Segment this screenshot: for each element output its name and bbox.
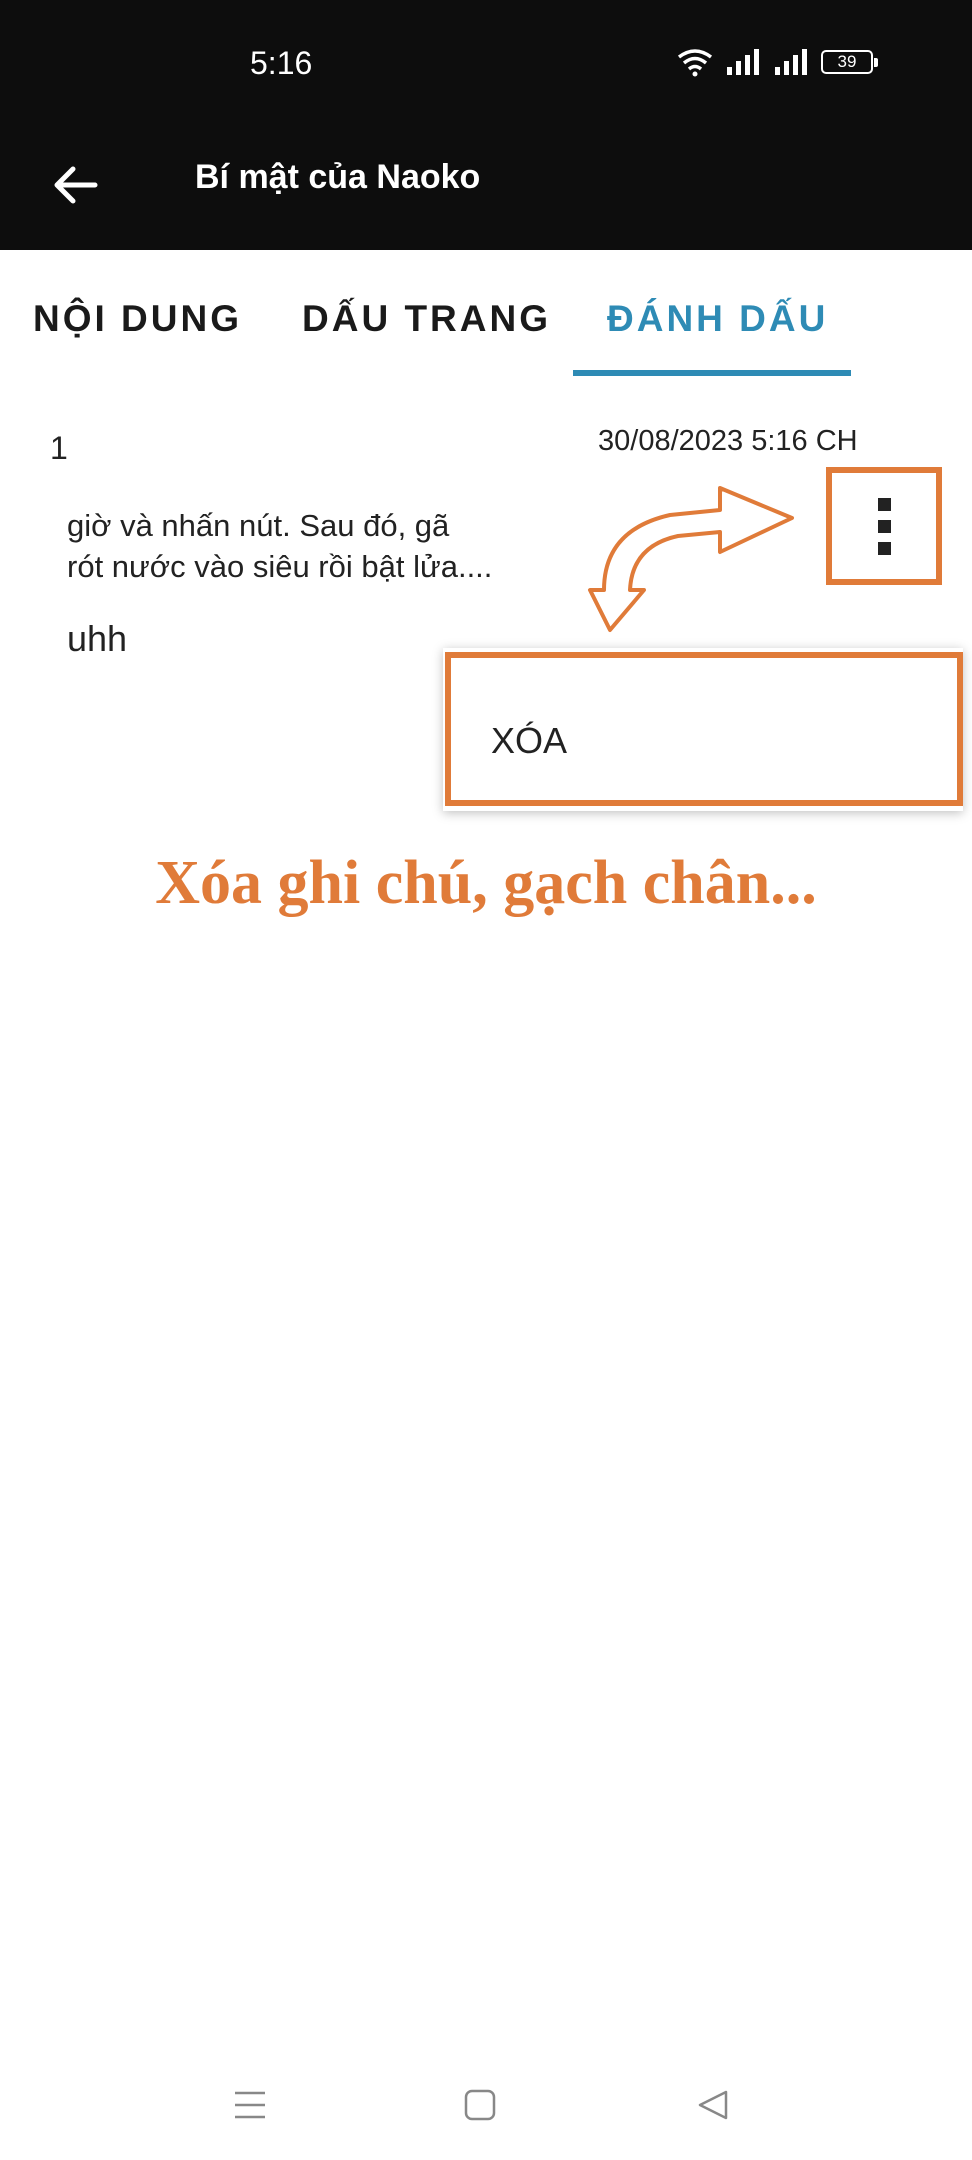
tab-highlights[interactable]: ĐÁNH DẤU: [607, 298, 828, 340]
annotation-caption: Xóa ghi chú, gạch chân...: [155, 849, 817, 917]
active-tab-indicator: [573, 370, 851, 376]
battery-level: 39: [837, 52, 857, 71]
status-bar: 5:16 39: [0, 0, 972, 130]
tab-bar: NỘI DUNG DẤU TRANG ĐÁNH DẤU: [0, 250, 972, 380]
nav-home-button[interactable]: [450, 2080, 510, 2130]
more-vertical-icon-dot: [877, 519, 891, 533]
triangle-back-icon: [698, 2090, 728, 2120]
wifi-icon: [677, 49, 713, 77]
battery-icon: 39: [821, 50, 878, 74]
back-button[interactable]: [40, 150, 110, 220]
menu-lines-icon: [235, 2091, 265, 2119]
status-icons: 39: [675, 44, 878, 80]
tab-contents[interactable]: NỘI DUNG: [33, 298, 242, 340]
highlight-number: 1: [50, 430, 68, 466]
signal-icon-2: [775, 49, 807, 75]
square-icon: [464, 2089, 496, 2121]
excerpt-line-1: giờ và nhấn nút. Sau đó, gã: [67, 508, 450, 543]
delete-menu-item[interactable]: XÓA: [445, 652, 963, 806]
nav-recent-button[interactable]: [220, 2080, 280, 2130]
nav-back-button[interactable]: [683, 2080, 743, 2130]
highlight-date: 30/08/2023 5:16 CH: [598, 425, 858, 457]
arrow-left-icon: [54, 166, 98, 204]
highlight-excerpt: giờ và nhấn nút. Sau đó, gã rót nước vào…: [67, 505, 587, 587]
status-time: 5:16: [250, 45, 313, 81]
more-vertical-icon-dot: [877, 541, 891, 555]
more-vertical-icon: [877, 497, 891, 511]
system-nav-bar: [0, 2050, 972, 2160]
tab-bookmarks[interactable]: DẤU TRANG: [302, 298, 551, 340]
delete-label: XÓA: [491, 720, 568, 761]
annotation-arrow-icon: [588, 486, 794, 632]
highlight-note: uhh: [67, 618, 128, 659]
more-options-button[interactable]: [826, 467, 942, 585]
excerpt-line-2: rót nước vào siêu rồi bật lửa....: [67, 549, 493, 584]
app-bar: Bí mật của Naoko: [0, 130, 972, 250]
signal-icon: [727, 49, 759, 75]
popup-menu: XÓA: [443, 648, 963, 811]
page-title: Bí mật của Naoko: [195, 158, 481, 196]
